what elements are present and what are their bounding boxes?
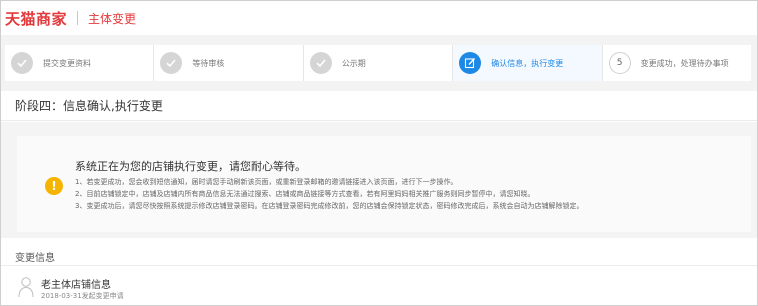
tmall-merchant-logo[interactable]: 天猫商家 — [5, 8, 67, 29]
step-waiting-review: 等待审核 — [154, 45, 304, 81]
step-change-success: 5 变更成功，处理待办事项 — [603, 45, 751, 81]
page-title: 主体变更 — [88, 11, 137, 26]
top-header: 天猫商家 主体变更 — [1, 1, 757, 35]
stage-bar: 阶段四：信息确认,执行变更 — [1, 91, 757, 121]
stage-title: 阶段四：信息确认,执行变更 — [15, 99, 163, 113]
notice-title: 系统正在为您的店铺执行变更，请您耐心等待。 — [75, 160, 306, 173]
check-icon — [160, 52, 183, 74]
change-request-date: 2018-03-31发起变更申请 — [41, 292, 124, 300]
user-avatar-icon — [18, 276, 34, 298]
step-submit-materials: 提交变更资料 — [5, 45, 155, 81]
step-label: 提交变更资料 — [43, 58, 91, 68]
edit-icon — [459, 52, 482, 74]
notice-line: 2、目前店铺锁定中，店铺及店铺内所有商品信息无法通过搜索、店铺或商品链接等方式查… — [75, 190, 535, 198]
step-label: 等待审核 — [192, 58, 225, 68]
section-divider — [1, 265, 757, 266]
warning-icon: ! — [45, 177, 63, 195]
notice-line: 3、变更成功后，请您尽快按照系统提示修改店铺登录密码。在店铺登录密码完成修改前，… — [75, 202, 584, 210]
notice-area: ! 系统正在为您的店铺执行变更，请您耐心等待。 1、若变更成功，您会收到短信通知… — [1, 122, 757, 238]
check-icon — [11, 52, 33, 74]
section-title-change-info: 变更信息 — [15, 253, 55, 264]
step-number: 5 — [608, 52, 631, 74]
step-confirm-execute: 确认信息，执行变更 — [453, 45, 603, 81]
header-divider — [77, 11, 79, 25]
progress-band: 提交变更资料 等待审核 公示期 确认信息，执行变更 5 变更成功，处理待办事项 — [1, 35, 757, 91]
old-entity-store-info-title: 老主体店铺信息 — [41, 280, 111, 291]
notice-box: ! 系统正在为您的店铺执行变更，请您耐心等待。 1、若变更成功，您会收到短信通知… — [17, 136, 751, 232]
step-public-notice: 公示期 — [304, 45, 454, 81]
step-label: 变更成功，处理待办事项 — [640, 58, 729, 68]
check-icon — [309, 52, 332, 74]
notice-line: 1、若变更成功，您会收到短信通知，届时请您手动刷新该页面，或重新登录邮箱的邀请链… — [75, 178, 458, 186]
step-label: 公示期 — [341, 58, 366, 68]
progress-steps: 提交变更资料 等待审核 公示期 确认信息，执行变更 5 变更成功，处理待办事项 — [5, 45, 751, 81]
step-label: 确认信息，执行变更 — [491, 58, 564, 68]
